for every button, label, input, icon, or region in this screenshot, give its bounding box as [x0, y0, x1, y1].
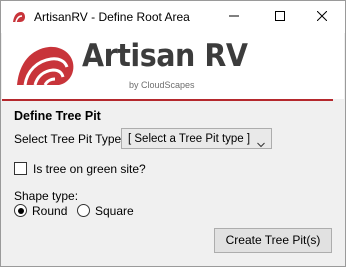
banner-divider: [2, 99, 333, 101]
shape-square-label[interactable]: Square: [95, 204, 134, 218]
shape-round-radio[interactable]: [14, 204, 27, 217]
maximize-icon: [275, 8, 285, 26]
brand-name: Artisan RV: [82, 38, 248, 74]
shape-square-radio[interactable]: [77, 204, 90, 217]
shape-type-label: Shape type:: [14, 189, 79, 203]
close-icon: [316, 8, 328, 26]
close-button[interactable]: [299, 1, 345, 33]
green-site-label[interactable]: Is tree on green site?: [33, 162, 146, 176]
title-bar[interactable]: ArtisanRV - Define Root Area: [1, 1, 345, 33]
tree-pit-type-dropdown[interactable]: [ Select a Tree Pit type ]: [121, 128, 272, 149]
tree-pit-type-label: Select Tree Pit Type:: [14, 132, 125, 146]
window-title: ArtisanRV - Define Root Area: [34, 10, 190, 24]
minimize-button[interactable]: [211, 1, 257, 33]
minimize-icon: [229, 8, 239, 26]
artisan-logo-icon: [15, 41, 77, 94]
tree-pit-type-value: [ Select a Tree Pit type ]: [128, 133, 251, 145]
brand-banner: Artisan RV by CloudScapes: [2, 33, 344, 99]
green-site-checkbox[interactable]: [14, 162, 27, 175]
brand-byline: by CloudScapes: [129, 80, 195, 90]
chevron-down-icon: [257, 135, 265, 153]
app-icon: [11, 9, 27, 25]
maximize-button[interactable]: [257, 1, 303, 33]
section-title: Define Tree Pit: [14, 109, 101, 123]
radio-selected-dot: [17, 207, 24, 214]
create-tree-pits-button[interactable]: Create Tree Pit(s): [214, 228, 332, 253]
dialog-window: ArtisanRV - Define Root Area Artisan RV …: [0, 0, 346, 267]
shape-round-label[interactable]: Round: [32, 204, 67, 218]
